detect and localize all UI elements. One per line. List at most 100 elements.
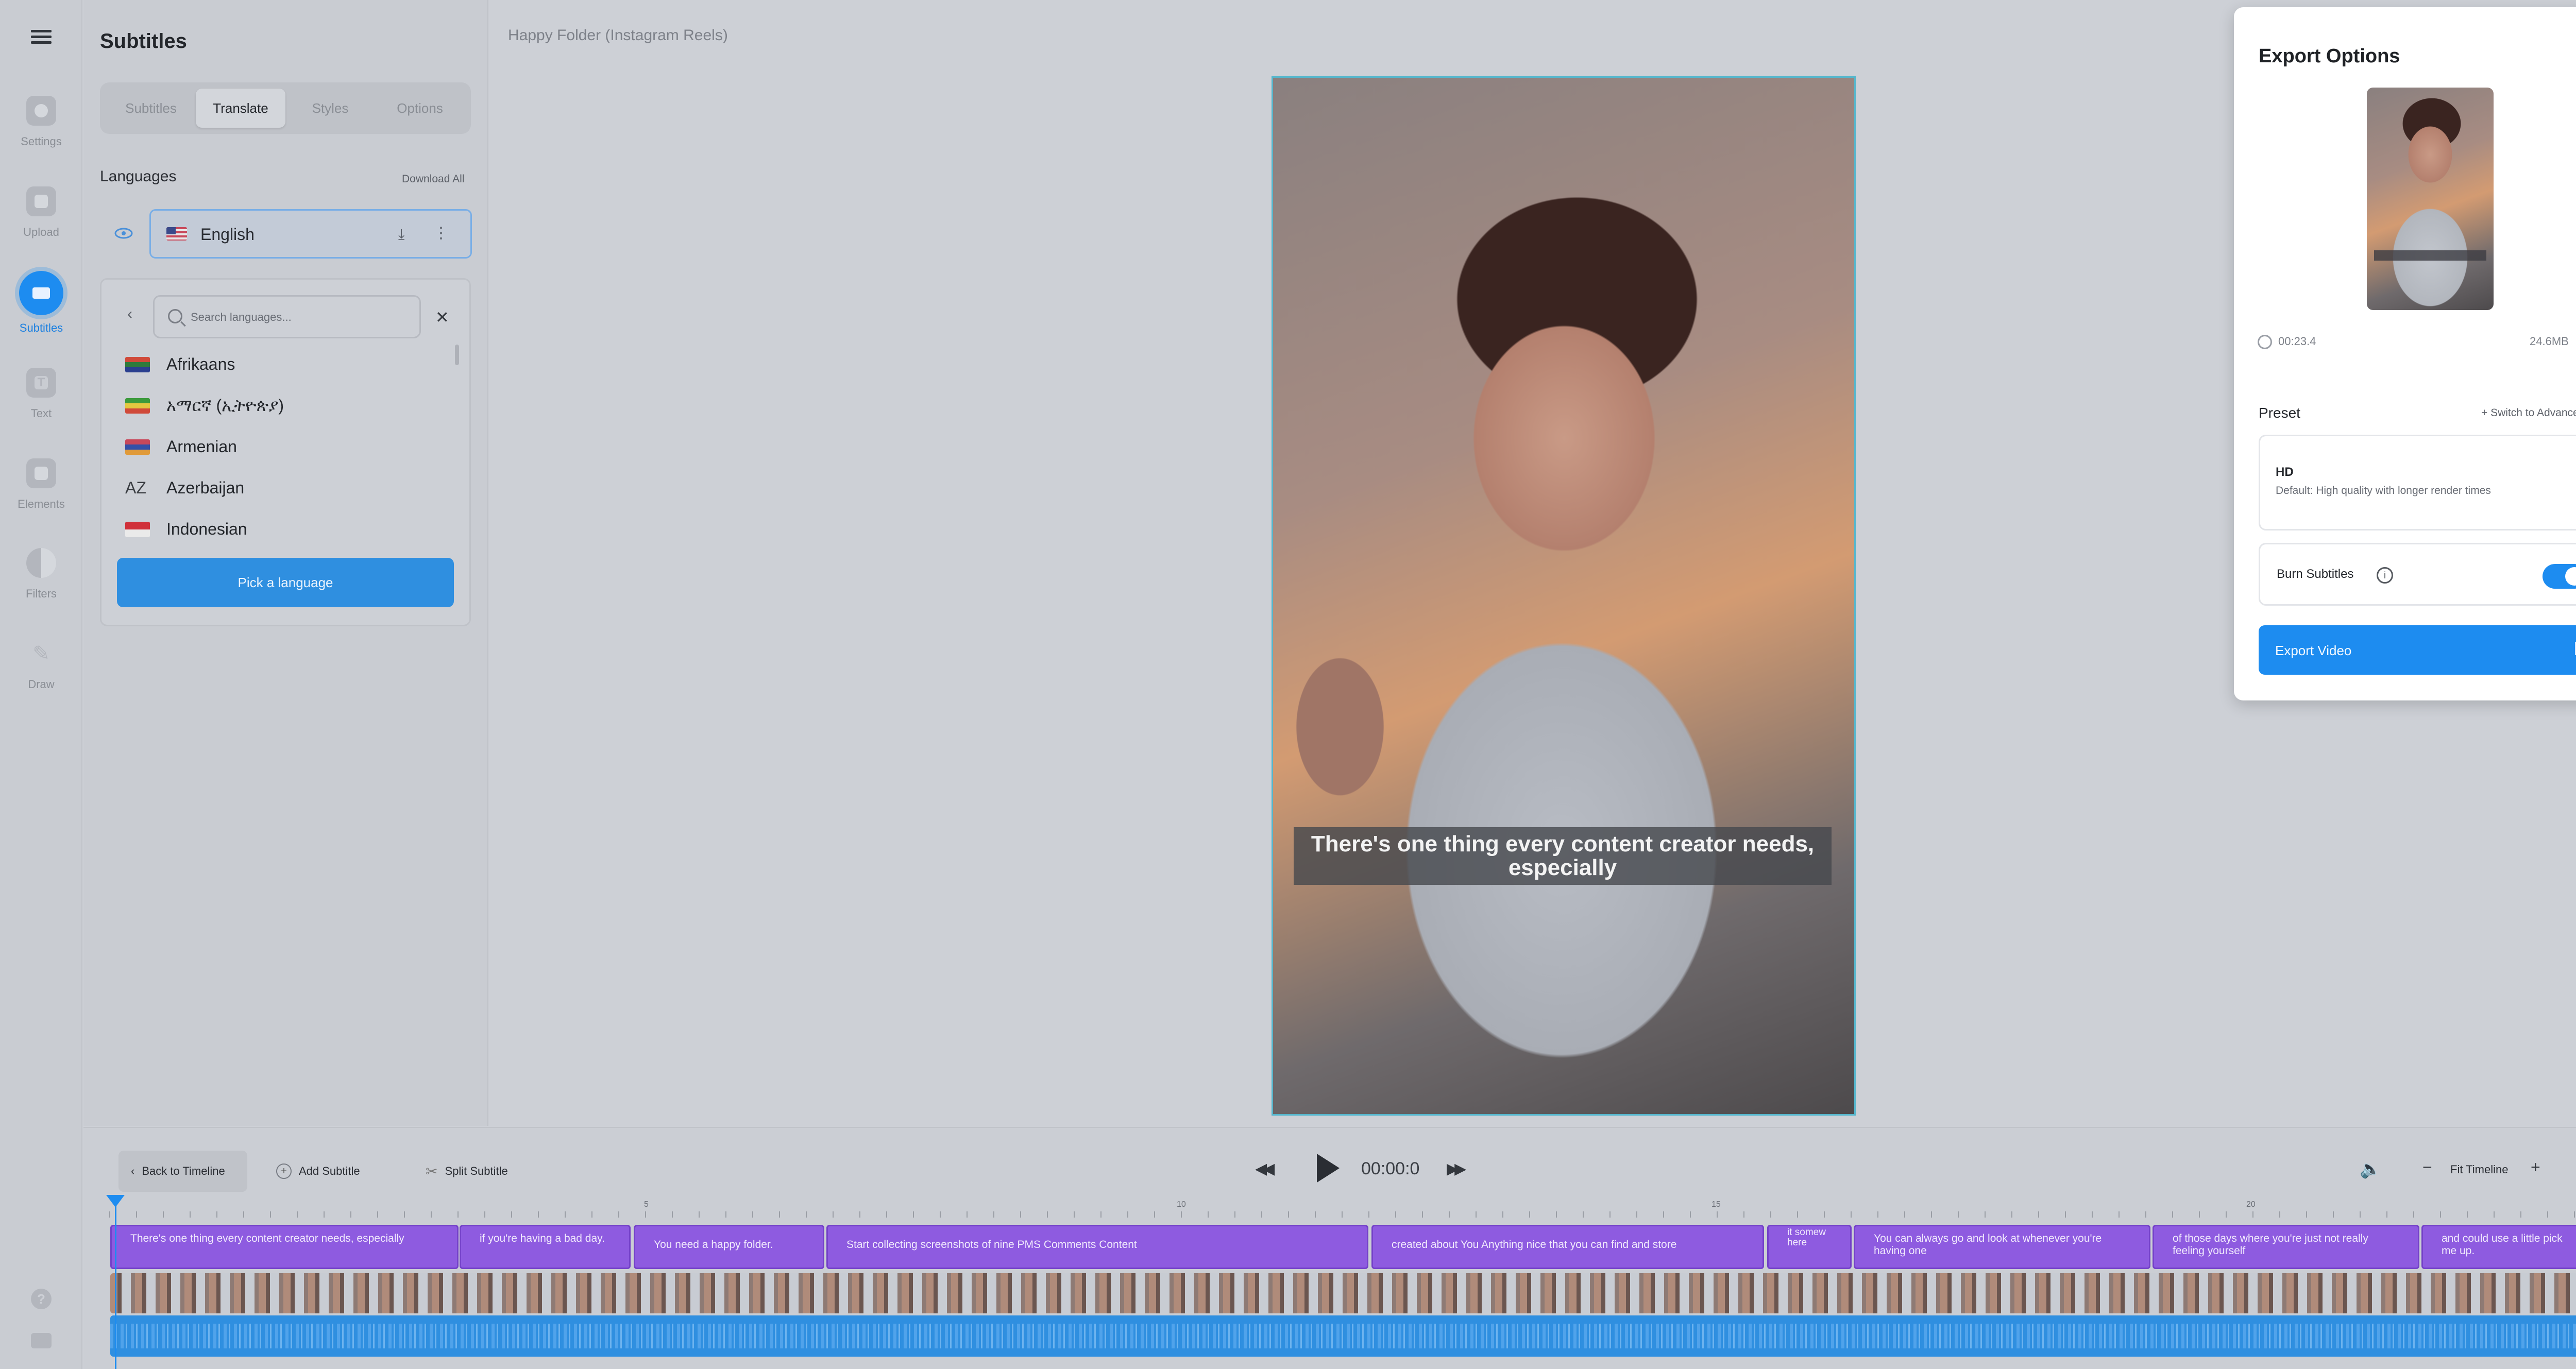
pencil-icon: ✎ — [32, 642, 50, 665]
volume-icon[interactable]: 🔈 — [2360, 1159, 2381, 1179]
ruler-tick — [1288, 1211, 1289, 1218]
ruler-tick — [2547, 1211, 2548, 1218]
list-item[interactable]: Armenian — [112, 427, 431, 468]
languages-heading: Languages — [100, 168, 177, 185]
list-item[interactable]: አማርኛ (ኢትዮጵያ) — [112, 386, 431, 427]
rail-label: Draw — [28, 678, 55, 691]
ruler-tick — [2011, 1211, 2012, 1218]
fast-forward-icon[interactable]: ▶▶ — [1447, 1160, 1466, 1178]
language-row-english[interactable]: English ⤓ ⋮ — [149, 209, 472, 259]
subtitle-clip[interactable]: of those days where you're just not real… — [2153, 1225, 2419, 1269]
rail-filters[interactable]: Filters — [0, 548, 82, 601]
time-ruler[interactable]: 5 10 15 20 — [109, 1200, 2576, 1221]
export-video-button[interactable]: Export Video — [2259, 625, 2576, 675]
am-flag-icon — [125, 439, 150, 455]
info-icon[interactable]: i — [2377, 567, 2393, 584]
video-filmstrip[interactable] — [110, 1273, 2576, 1313]
ruler-tick — [2333, 1211, 2334, 1218]
ruler-tick — [779, 1211, 780, 1218]
subtitle-clip[interactable]: and could use a little pick me up. — [2421, 1225, 2576, 1269]
more-vertical-icon[interactable]: ⋮ — [433, 224, 449, 242]
button-label: Back to Timeline — [142, 1165, 225, 1177]
list-item[interactable]: AZ Azerbaijan — [112, 468, 431, 509]
button-label: Add Subtitle — [299, 1165, 360, 1177]
fit-timeline-button[interactable]: Fit Timeline — [2450, 1163, 2508, 1176]
add-subtitle-button[interactable]: + Add Subtitle — [276, 1151, 360, 1192]
eye-icon[interactable] — [113, 226, 134, 241]
split-subtitle-button[interactable]: ✂ Split Subtitle — [426, 1151, 508, 1192]
rail-text[interactable]: T Text — [0, 368, 82, 420]
video-caption[interactable]: There's one thing every content creator … — [1294, 827, 1832, 885]
file-title: Happy Folder (Instagram Reels) — [508, 27, 728, 44]
rail-elements[interactable]: Elements — [0, 458, 82, 511]
search-box — [153, 295, 421, 338]
burn-subtitles-toggle[interactable] — [2543, 564, 2576, 589]
subtitle-clip[interactable]: You can always go and look at whenever y… — [1854, 1225, 2150, 1269]
ruler-tick — [967, 1211, 968, 1218]
preset-select[interactable]: HD Default: High quality with longer ren… — [2259, 435, 2576, 531]
switch-advanced-link[interactable]: + Switch to Advanced — [2481, 407, 2576, 419]
keyboard-icon[interactable] — [31, 1333, 52, 1348]
ruler-tick — [1877, 1211, 1878, 1218]
ruler-tick — [190, 1211, 191, 1218]
gear-icon — [26, 96, 56, 126]
timeline-panel: ‹ Back to Timeline + Add Subtitle ✂ Spli… — [83, 1127, 2576, 1369]
us-flag-icon — [166, 227, 187, 241]
play-icon[interactable] — [1317, 1154, 1340, 1183]
preset-description: Default: High quality with longer render… — [2276, 485, 2491, 497]
subtitle-clip[interactable]: if you're having a bad day. — [460, 1225, 631, 1269]
back-to-timeline-button[interactable]: ‹ Back to Timeline — [118, 1151, 247, 1192]
rail-upload[interactable]: Upload — [0, 186, 82, 239]
ruler-tick — [1502, 1211, 1503, 1218]
ruler-tick — [1476, 1211, 1477, 1218]
menu-icon[interactable] — [27, 27, 56, 56]
ruler-tick — [1127, 1211, 1128, 1218]
export-button-label: Export Video — [2275, 643, 2352, 658]
zoom-in-icon[interactable]: + — [2531, 1158, 2540, 1177]
ruler-tick — [2172, 1211, 2173, 1218]
zoom-out-icon[interactable]: − — [2422, 1158, 2432, 1177]
subtitle-clip[interactable]: created about You Anything nice that you… — [1371, 1225, 1764, 1269]
language-name: Indonesian — [166, 520, 247, 538]
rail-draw[interactable]: ✎ Draw — [0, 639, 82, 691]
subtitle-clip[interactable]: There's one thing every content creator … — [110, 1225, 459, 1269]
ruler-tick — [1261, 1211, 1262, 1218]
left-rail: Settings Upload Subtitles T Text Element… — [0, 0, 82, 1369]
rail-settings[interactable]: Settings — [0, 96, 82, 148]
subtitle-clip[interactable]: Start collecting screenshots of nine PMS… — [826, 1225, 1368, 1269]
tab-options[interactable]: Options — [375, 89, 465, 128]
download-all-link[interactable]: Download All — [402, 173, 464, 185]
scrollbar[interactable] — [455, 345, 459, 365]
rail-label: Text — [30, 407, 52, 420]
tab-translate[interactable]: Translate — [196, 89, 285, 128]
audio-waveform[interactable] — [110, 1315, 2576, 1357]
subtitle-clip[interactable]: it somew here — [1767, 1225, 1852, 1269]
pick-language-button[interactable]: Pick a language — [117, 558, 454, 607]
tab-styles[interactable]: Styles — [285, 89, 375, 128]
chevron-left-icon[interactable]: ‹ — [127, 305, 132, 323]
ruler-tick — [1717, 1211, 1718, 1218]
chevron-left-icon: ‹ — [131, 1165, 135, 1177]
ruler-tick — [2092, 1211, 2093, 1218]
close-icon[interactable]: ✕ — [435, 307, 449, 327]
ruler-tick — [1449, 1211, 1450, 1218]
ruler-tick — [2145, 1211, 2146, 1218]
rail-subtitles[interactable]: Subtitles — [0, 271, 82, 335]
download-icon[interactable]: ⤓ — [398, 226, 404, 243]
ruler-tick — [752, 1211, 753, 1218]
thumbnail-caption — [2374, 250, 2486, 261]
ruler-tick — [940, 1211, 941, 1218]
video-preview[interactable]: There's one thing every content creator … — [1272, 76, 1856, 1116]
search-input[interactable] — [191, 306, 407, 329]
ruler-tick — [1208, 1211, 1209, 1218]
ruler-tick — [699, 1211, 700, 1218]
list-item[interactable]: Indonesian — [112, 509, 431, 551]
subtitle-clip[interactable]: You need a happy folder. — [634, 1225, 824, 1269]
id-flag-icon — [125, 522, 150, 537]
help-icon[interactable]: ? — [31, 1289, 52, 1309]
tab-subtitles[interactable]: Subtitles — [106, 89, 196, 128]
ruler-tick — [2252, 1211, 2253, 1218]
rewind-icon[interactable]: ◀◀ — [1255, 1160, 1275, 1178]
ruler-tick — [2413, 1211, 2414, 1218]
list-item[interactable]: Afrikaans — [112, 345, 431, 386]
